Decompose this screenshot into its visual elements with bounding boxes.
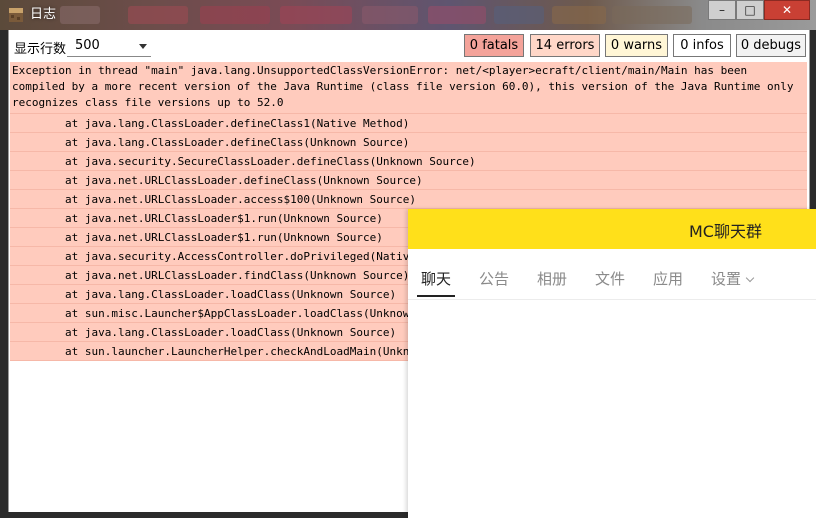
log-stack-frame[interactable]: at java.net.URLClassLoader.access$100(Un… (10, 190, 807, 209)
log-error-message[interactable]: Exception in thread "main" java.lang.Uns… (10, 62, 807, 114)
log-toolbar: 显示行数 500 0 fatals 14 errors 0 warns 0 in… (9, 30, 809, 62)
chat-header: MC聊天群 (408, 209, 816, 249)
rows-select[interactable]: 500 (67, 35, 151, 57)
chat-panel: MC聊天群 聊天 公告 相册 文件 应用 设置 (408, 209, 816, 518)
blurred-taskbar-item (428, 6, 486, 24)
filter-debugs-button[interactable]: 0 debugs (736, 34, 806, 57)
blurred-taskbar-item (200, 6, 270, 24)
log-stack-frame[interactable]: at java.lang.ClassLoader.defineClass(Unk… (10, 133, 807, 152)
blurred-taskbar-item (612, 6, 692, 24)
rows-label: 显示行数 (14, 42, 67, 57)
tab-apps[interactable]: 应用 (653, 268, 683, 292)
minimize-button[interactable]: – (708, 0, 736, 20)
window-title: 日志 (30, 7, 57, 22)
chevron-down-icon (139, 44, 147, 49)
log-stack-frame[interactable]: at java.net.URLClassLoader.defineClass(U… (10, 171, 807, 190)
blurred-taskbar-item (552, 6, 606, 24)
blurred-taskbar-item (280, 6, 352, 24)
blurred-taskbar-item (128, 6, 188, 24)
filter-infos-button[interactable]: 0 infos (673, 34, 731, 57)
blurred-taskbar-item (362, 6, 418, 24)
minecraft-block-icon (9, 8, 23, 22)
close-button[interactable]: ✕ (764, 0, 810, 20)
maximize-button[interactable]: □ (736, 0, 764, 20)
chevron-down-icon (745, 273, 755, 283)
tab-chat[interactable]: 聊天 (416, 268, 456, 297)
tab-announcements[interactable]: 公告 (479, 268, 509, 292)
filter-fatals-button[interactable]: 0 fatals (464, 34, 524, 57)
blurred-taskbar-item (494, 6, 544, 24)
tab-files[interactable]: 文件 (595, 268, 625, 292)
chat-tab-bar: 聊天 公告 相册 文件 应用 设置 (408, 249, 816, 300)
tab-album[interactable]: 相册 (537, 268, 567, 292)
chat-group-title: MC聊天群 (689, 222, 762, 241)
log-stack-frame[interactable]: at java.security.SecureClassLoader.defin… (10, 152, 807, 171)
filter-errors-button[interactable]: 14 errors (530, 34, 600, 57)
rows-select-value: 500 (75, 38, 100, 53)
blurred-taskbar-item (60, 6, 100, 24)
log-stack-frame[interactable]: at java.lang.ClassLoader.defineClass1(Na… (10, 114, 807, 133)
tab-settings-label: 设置 (711, 270, 742, 288)
filter-warns-button[interactable]: 0 warns (605, 34, 668, 57)
window-titlebar[interactable]: 日志 – □ ✕ (0, 0, 816, 30)
tab-settings[interactable]: 设置 (711, 268, 755, 292)
